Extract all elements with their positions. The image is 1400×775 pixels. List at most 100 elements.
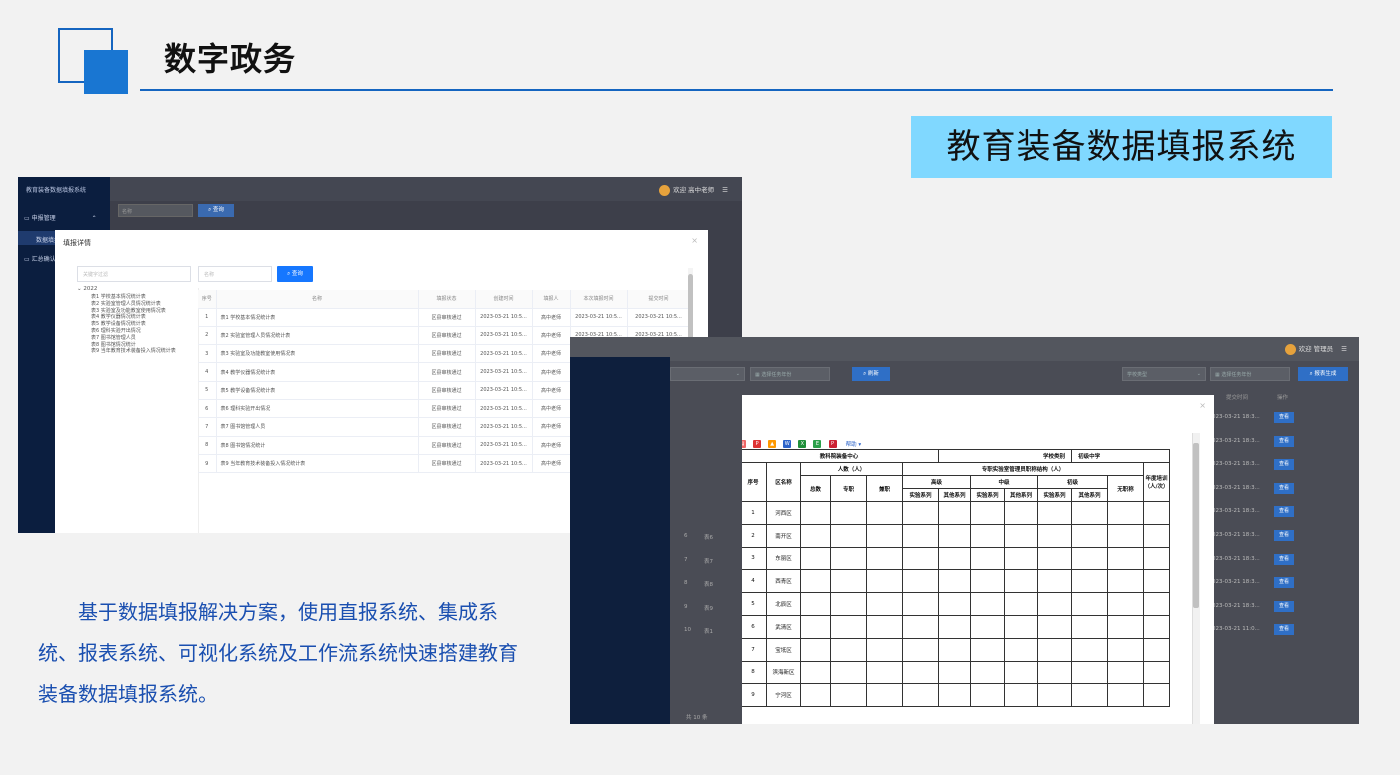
cell-value[interactable] [1037,683,1073,708]
cell-value[interactable] [866,660,903,685]
cell-value[interactable] [1107,569,1145,594]
cell-value[interactable] [1071,637,1109,662]
cell-value[interactable] [800,614,831,639]
cell-value[interactable] [1037,569,1073,594]
cell-value[interactable] [1037,660,1073,685]
tree-node[interactable]: 表3 实验室及功能教室使用情况表 [77,307,195,314]
cell-value[interactable] [830,637,867,662]
menu-toggle-icon[interactable]: ☰ [1341,345,1347,353]
cell-value[interactable] [1037,501,1073,525]
cell-value[interactable] [830,683,867,708]
view-button[interactable]: 查看 [1274,553,1294,565]
cell-value[interactable] [1107,592,1145,616]
cell-value[interactable] [970,660,1006,685]
cell-value[interactable] [866,614,903,639]
cell-value[interactable] [901,569,940,594]
view-button[interactable]: 查看 [1274,530,1294,541]
tree-node[interactable]: 表7 图书馆管理人员 [77,334,195,341]
task-year-select-right[interactable]: ▦ 选择任务年份 [1210,367,1290,381]
cell-value[interactable] [938,637,972,662]
name-search-input[interactable]: 名称 [198,266,272,282]
cell-value[interactable] [1004,637,1039,662]
cell-value[interactable] [938,501,972,525]
cell-value[interactable] [1071,523,1109,548]
cell-value[interactable] [830,546,867,571]
print-icon[interactable]: ▤ [742,439,746,448]
school-type-select[interactable]: 学校类型 ⌄ [1122,367,1206,381]
cell-value[interactable] [830,614,867,639]
cell-value[interactable] [970,501,1006,525]
cell-value[interactable] [938,683,972,708]
view-button[interactable]: 查看 [1274,482,1294,494]
cell-value[interactable] [1004,501,1039,525]
cell-value[interactable] [866,637,903,662]
table-row[interactable]: 1 表1 学校基本情况统计表 区县审核通过 2023-03-21 10:5... 高中老… [198,308,691,327]
cell-value[interactable] [1143,683,1171,708]
scrollbar-thumb[interactable] [1193,443,1199,608]
cell-value[interactable] [1143,660,1171,685]
task-year-select-left[interactable]: ▦ 选择任务年份 [750,367,830,381]
cell-value[interactable] [901,523,940,548]
close-icon[interactable]: × [1199,401,1206,410]
cell-value[interactable] [1143,637,1171,662]
background-query-button[interactable]: ⌕ 查询 [198,204,234,217]
cell-value[interactable] [1107,501,1145,525]
ppt-icon[interactable]: P [828,439,837,448]
keyword-filter-input[interactable]: 关键字过滤 [77,266,191,282]
cell-value[interactable] [1071,546,1109,571]
cell-value[interactable] [938,614,972,639]
cell-value[interactable] [1143,614,1171,639]
cell-value[interactable] [1004,592,1039,616]
cell-value[interactable] [938,523,972,548]
cell-value[interactable] [1071,614,1109,639]
view-button[interactable]: 查看 [1274,600,1294,612]
background-search-input[interactable]: 名称 [118,204,193,217]
cell-value[interactable] [970,614,1006,639]
cell-value[interactable] [1107,614,1145,639]
cell-value[interactable] [1004,683,1039,708]
cell-value[interactable] [901,683,940,708]
cell-value[interactable] [800,523,831,548]
cell-value[interactable] [970,637,1006,662]
cell-value[interactable] [1071,660,1109,685]
cell-value[interactable] [830,501,867,525]
user-menu[interactable]: 欢迎 高中老师 ☰ [659,184,728,196]
excel-icon[interactable]: X [798,439,807,448]
cell-value[interactable] [800,683,831,708]
cell-value[interactable] [800,660,831,685]
cell-value[interactable] [800,637,831,662]
help-menu[interactable]: 帮助 ▾ [846,442,862,448]
cell-value[interactable] [1107,683,1145,708]
cell-value[interactable] [866,569,903,594]
view-button[interactable]: 查看 [1274,435,1294,447]
cell-value[interactable] [830,569,867,594]
cell-value[interactable] [1037,523,1073,548]
cell-value[interactable] [1107,523,1145,548]
cell-value[interactable] [938,569,972,594]
cell-value[interactable] [1071,569,1109,594]
tree-node[interactable]: 表6 理科实验开出情况 [77,327,195,334]
user-menu[interactable]: 欢迎 管理员 ☰ [1284,343,1347,355]
cell-value[interactable] [1071,683,1109,708]
cell-value[interactable] [901,614,940,639]
sidebar-item-apply[interactable]: ▭ 申报管理 ⌃ [24,213,97,222]
cell-value[interactable] [901,660,940,685]
filter-select[interactable]: ⌄ [670,367,745,381]
cell-value[interactable] [800,592,831,616]
pdf-icon[interactable]: P [753,439,762,448]
sidebar-item-summary[interactable]: ▭ 汇总确认 [24,254,56,263]
cell-value[interactable] [866,523,903,548]
image-export-icon[interactable]: ▲ [768,439,777,448]
cell-value[interactable] [866,546,903,571]
tree-node[interactable]: 表5 教学设备情况统计表 [77,320,195,327]
cell-value[interactable] [1004,523,1039,548]
cell-value[interactable] [866,501,903,525]
cell-value[interactable] [830,592,867,616]
cell-value[interactable] [1037,614,1073,639]
generate-report-button[interactable]: ⌕ 报表生成 [1298,367,1348,381]
tree-node[interactable]: 表1 学校基本情况统计表 [77,293,195,300]
cell-value[interactable] [830,523,867,548]
cell-value[interactable] [1004,546,1039,571]
tree-node[interactable]: 表4 教学仪器情况统计表 [77,313,195,320]
cell-value[interactable] [1143,523,1171,548]
